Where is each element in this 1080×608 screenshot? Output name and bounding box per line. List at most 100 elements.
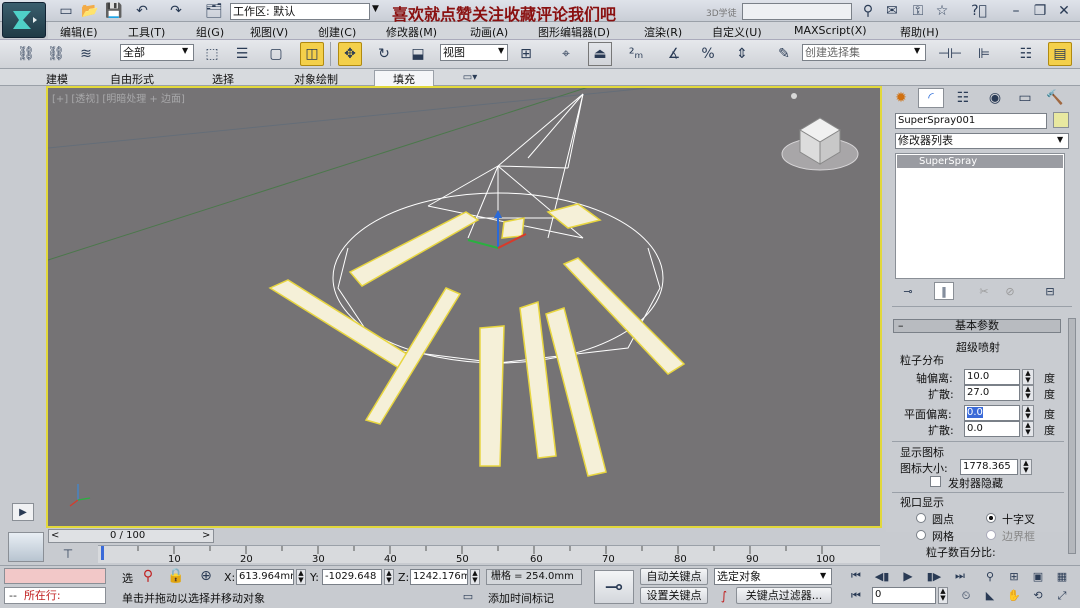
menu-tools[interactable]: 工具(T) — [128, 24, 165, 40]
bbox-radio[interactable] — [986, 530, 996, 540]
y-coord-field[interactable]: -1029.648 — [322, 569, 382, 585]
layer-manager-icon[interactable]: ☷ — [1014, 42, 1038, 66]
new-file-icon[interactable]: ▭ — [56, 0, 76, 22]
object-color-swatch[interactable] — [1053, 112, 1069, 128]
menu-maxscript[interactable]: MAXScript(X) — [794, 24, 867, 37]
create-tab-icon[interactable]: ✹ — [888, 88, 914, 108]
perspective-viewport[interactable]: [+] [透视] [明暗处理 + 边面] — [46, 86, 882, 528]
sign-in-icon[interactable]: ⚿ — [908, 0, 928, 22]
named-selection-dropdown[interactable]: 创建选择集 — [802, 44, 926, 61]
selection-filter-arrow-icon[interactable]: ▼ — [182, 46, 188, 55]
menu-animation[interactable]: 动画(A) — [470, 24, 508, 40]
time-slider-frame[interactable]: 0 / 100 — [110, 530, 145, 541]
hierarchy-tab-icon[interactable]: ☷ — [950, 88, 976, 108]
viewport-label[interactable]: [+] [透视] [明暗处理 + 边面] — [52, 90, 185, 105]
axis-offset-spinner[interactable]: ▲ ▼ — [1022, 369, 1034, 385]
z-coord-field[interactable]: 1242.176m — [410, 569, 468, 585]
display-tab-icon[interactable]: ▭ — [1012, 88, 1038, 108]
select-by-name-icon[interactable]: ☰ — [230, 42, 254, 66]
align-icon[interactable]: ⊫ — [972, 42, 996, 66]
select-object-icon[interactable]: ⬚ — [200, 42, 224, 66]
selection-lock-icon[interactable]: 🔒 — [166, 567, 186, 585]
add-time-tag-icon[interactable]: ▭ — [458, 588, 478, 604]
zoom-extents-all-icon[interactable]: ▦ — [1052, 568, 1072, 584]
next-frame-icon[interactable]: ▮▶ — [924, 568, 944, 584]
auto-key-button[interactable]: 自动关键点 — [640, 568, 708, 585]
minimize-icon[interactable]: – — [1006, 0, 1026, 22]
ticks-radio[interactable] — [986, 513, 996, 523]
mirror-icon[interactable]: ⊣⊢ — [938, 42, 962, 66]
rectangular-selection-icon[interactable]: ▢ — [264, 42, 288, 66]
modifier-list-arrow-icon[interactable]: ▼ — [1057, 135, 1063, 144]
axis-spread-spinner[interactable]: ▲ ▼ — [1022, 385, 1034, 401]
go-to-start-icon[interactable]: ⏮ — [846, 568, 866, 584]
plane-offset-field[interactable]: 0.0 — [964, 405, 1020, 421]
angle-snap-icon[interactable]: ∡ — [662, 42, 686, 66]
current-frame-marker[interactable] — [101, 546, 104, 560]
menu-edit[interactable]: 编辑(E) — [60, 24, 98, 40]
menu-customize[interactable]: 自定义(U) — [712, 24, 762, 40]
menu-help[interactable]: 帮助(H) — [900, 24, 939, 40]
show-end-result-icon[interactable]: ‖ — [934, 282, 954, 300]
time-slider-prev-icon[interactable]: < — [51, 530, 59, 541]
running-field[interactable]: -- 所在行: — [4, 587, 106, 604]
pivot-center-icon[interactable]: ⊞ — [514, 42, 538, 66]
key-filters-button[interactable]: 关键点过滤器... — [736, 587, 832, 604]
z-coord-spinner[interactable]: ▲ ▼ — [470, 569, 480, 585]
isolate-icon[interactable]: ⚲ — [138, 567, 158, 585]
current-frame-spinner[interactable]: ▲ ▼ — [938, 587, 948, 604]
app-logo[interactable] — [2, 2, 46, 38]
mesh-radio[interactable] — [916, 530, 926, 540]
search-field[interactable] — [742, 3, 852, 20]
select-and-link-icon[interactable]: ⛓ — [14, 42, 38, 66]
reference-coordinate-arrow-icon[interactable]: ▼ — [498, 46, 504, 55]
emitter-hidden-checkbox[interactable] — [930, 476, 941, 487]
object-name-field[interactable]: SuperSpray001 — [895, 113, 1047, 129]
key-mode-arrow-icon[interactable]: ▼ — [820, 571, 826, 580]
basic-params-rollout-header[interactable]: – 基本参数 — [893, 319, 1061, 333]
menu-rendering[interactable]: 渲染(R) — [644, 24, 682, 40]
absolute-mode-icon[interactable]: ⊕ — [196, 567, 216, 585]
workspace-dropdown[interactable]: 工作区: 默认 — [230, 3, 370, 20]
edit-named-selection-icon[interactable]: ✎ — [772, 42, 796, 66]
utilities-tab-icon[interactable]: 🔨 — [1042, 88, 1068, 108]
close-icon[interactable]: ✕ — [1054, 0, 1074, 22]
open-file-icon[interactable]: 📂 — [80, 0, 100, 22]
restore-icon[interactable]: ❐ — [1030, 0, 1050, 22]
pan-icon[interactable]: ✋ — [1004, 587, 1024, 604]
named-selection-arrow-icon[interactable]: ▼ — [914, 46, 920, 55]
unlink-icon[interactable]: ⛓ — [44, 42, 68, 66]
set-key-button[interactable]: 设置关键点 — [640, 587, 708, 604]
select-and-move-icon[interactable]: ✥ — [338, 42, 362, 66]
track-bar-toggle-icon[interactable]: ⊤ — [58, 546, 78, 562]
track-bar[interactable] — [98, 545, 880, 563]
key-tangent-icon[interactable]: ∫ — [714, 587, 734, 604]
configure-modifier-sets-icon[interactable]: ⊟ — [1040, 283, 1060, 299]
menu-views[interactable]: 视图(V) — [250, 24, 288, 40]
field-of-view-icon[interactable]: ◣ — [980, 587, 1000, 604]
window-crossing-icon[interactable]: ◫ — [300, 42, 324, 66]
go-to-end-icon[interactable]: ⏭ — [950, 568, 970, 584]
select-and-scale-icon[interactable]: ⬓ — [406, 42, 430, 66]
save-icon[interactable]: 💾 — [104, 0, 124, 22]
axis-spread-field[interactable]: 27.0 — [964, 385, 1020, 401]
modifier-stack-item[interactable]: SuperSpray — [897, 155, 1063, 168]
modify-tab-icon[interactable]: ◜ — [918, 88, 944, 108]
menu-modifiers[interactable]: 修改器(M) — [386, 24, 437, 40]
plane-offset-spinner[interactable]: ▲ ▼ — [1022, 405, 1034, 421]
snap-toggle-icon[interactable]: ²ₘ — [624, 42, 648, 66]
panel-scrollbar[interactable] — [1068, 318, 1076, 554]
help-icon[interactable]: ?⃝ — [966, 0, 992, 22]
binoculars-icon[interactable]: ⚲ — [858, 0, 878, 22]
icon-size-field[interactable]: 1778.365 — [960, 459, 1018, 475]
redo-icon[interactable]: ↷ — [166, 0, 186, 22]
workspace-dropdown-arrow-icon[interactable]: ▼ — [372, 4, 379, 14]
orbit-icon[interactable]: ⟲ — [1028, 587, 1048, 604]
current-frame-field[interactable]: 0 — [872, 587, 936, 604]
play-icon[interactable]: ▶ — [898, 568, 918, 584]
modifier-list-dropdown[interactable]: 修改器列表 — [895, 133, 1069, 149]
mini-listener-button[interactable] — [8, 532, 44, 562]
select-and-rotate-icon[interactable]: ↻ — [372, 42, 396, 66]
dots-radio[interactable] — [916, 513, 926, 523]
y-coord-spinner[interactable]: ▲ ▼ — [384, 569, 394, 585]
